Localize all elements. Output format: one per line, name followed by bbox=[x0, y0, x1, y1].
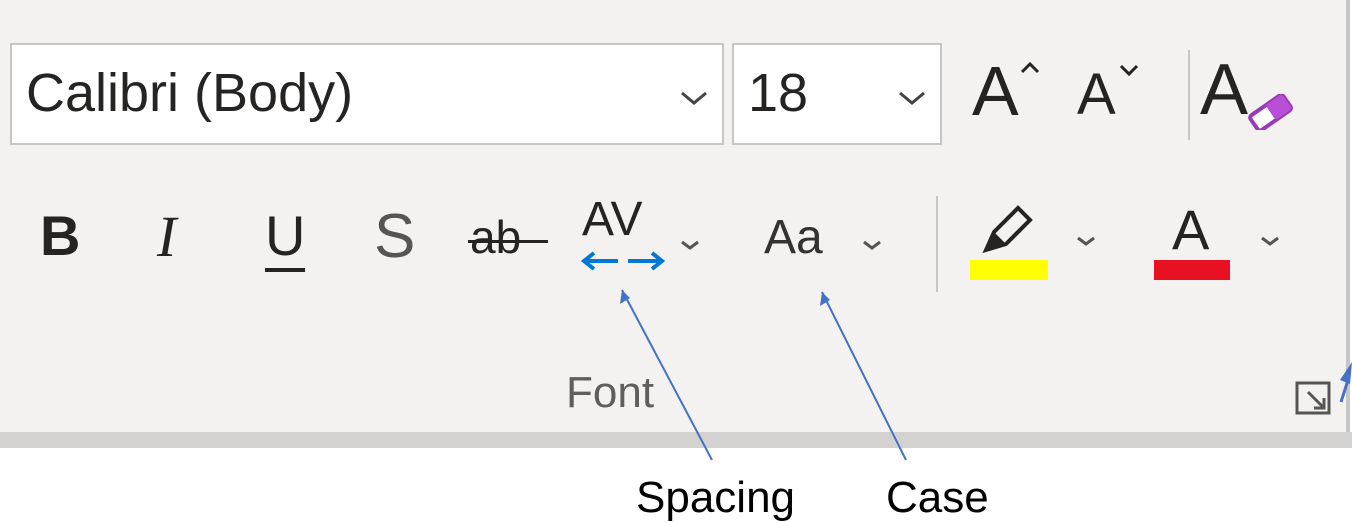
case-arrow bbox=[821, 291, 907, 461]
case-annotation: Case bbox=[886, 473, 989, 522]
launcher-arrow bbox=[1339, 379, 1350, 403]
spacing-annotation: Spacing bbox=[636, 473, 796, 522]
annotation-arrows bbox=[620, 289, 1352, 461]
launcher-arrowhead bbox=[1340, 362, 1352, 384]
spacing-arrow bbox=[621, 289, 713, 461]
